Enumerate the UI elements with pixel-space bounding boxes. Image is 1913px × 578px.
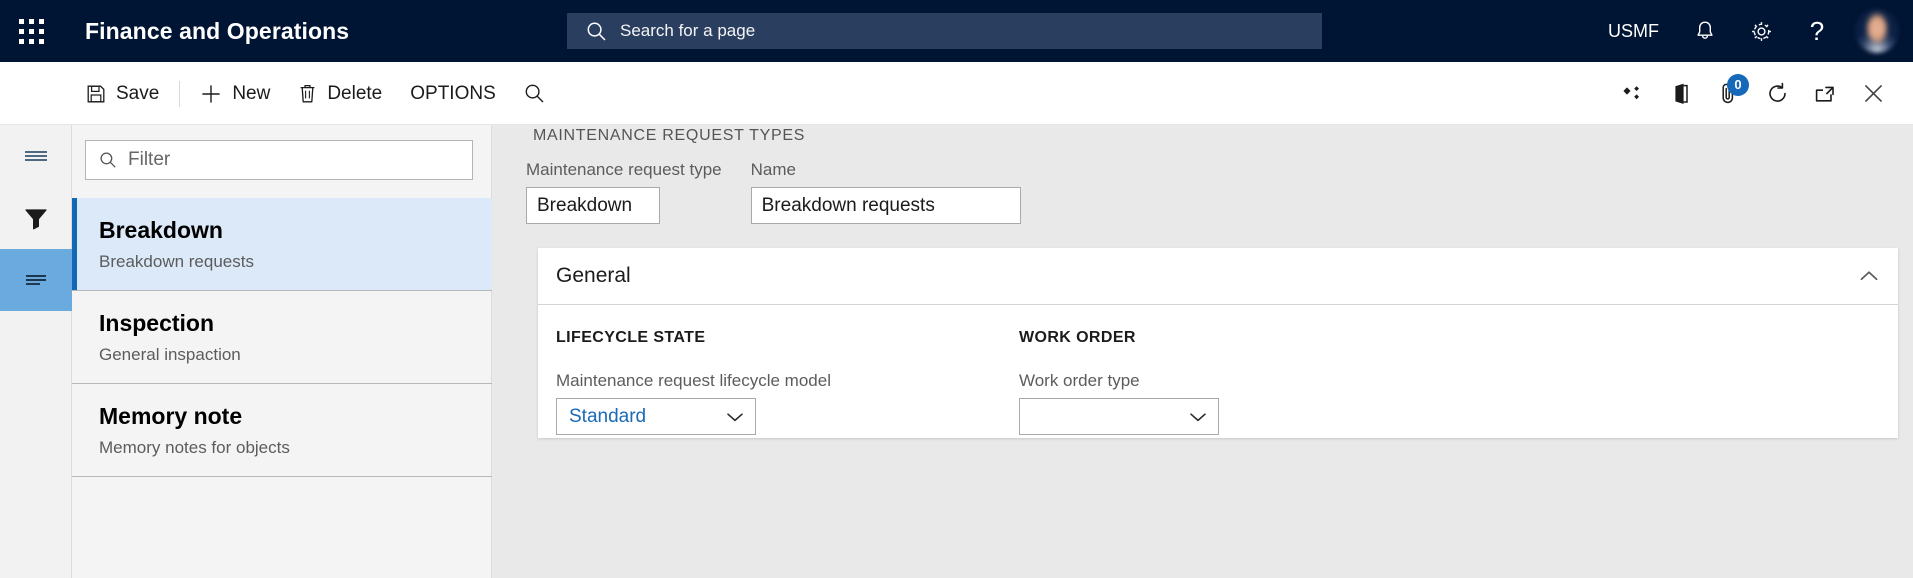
bell-icon	[1697, 21, 1713, 39]
lifecycle-model-value: Standard	[569, 405, 647, 427]
top-right-actions: USMF ?	[1590, 0, 1913, 62]
hamburger-icon	[25, 151, 47, 161]
work-order-type-select[interactable]	[1018, 398, 1219, 435]
lifecycle-model-label: Maintenance request lifecycle model	[556, 371, 831, 390]
gear-icon	[1751, 21, 1771, 41]
question-mark-icon: ?	[1809, 16, 1825, 46]
name-field-group: Name Breakdown requests	[750, 160, 1021, 224]
filter-placeholder: Filter	[128, 149, 171, 170]
list-item-subtitle: Memory notes for objects	[99, 438, 290, 458]
search-icon	[587, 22, 606, 41]
header-fields: Maintenance request type Breakdown Name …	[526, 160, 1021, 224]
open-in-office-button[interactable]	[1657, 70, 1705, 118]
popout-icon	[1815, 86, 1834, 102]
refresh-button[interactable]	[1753, 70, 1801, 118]
options-menu-label: OPTIONS	[410, 82, 496, 104]
list-icon	[26, 275, 46, 285]
chevron-down-icon	[727, 412, 743, 421]
save-button-label: Save	[116, 82, 160, 104]
personalize-button[interactable]	[1609, 70, 1657, 118]
list-item-title: Inspection	[99, 310, 215, 337]
delete-button[interactable]: Delete	[284, 72, 396, 116]
delete-button-label: Delete	[327, 82, 383, 104]
close-button[interactable]	[1849, 70, 1897, 118]
lifecycle-state-column: LIFECYCLE STATE Maintenance request life…	[556, 329, 831, 435]
personalize-icon	[1623, 85, 1639, 99]
notifications-button[interactable]	[1677, 0, 1733, 62]
options-menu-button[interactable]: OPTIONS	[396, 72, 510, 116]
list-pane: Filter Breakdown Breakdown requests Insp…	[72, 125, 492, 578]
page-title: MAINTENANCE REQUEST TYPES	[533, 127, 806, 144]
maintenance-request-type-input[interactable]: Breakdown	[526, 187, 660, 224]
plus-icon	[202, 84, 220, 103]
work-order-column: WORK ORDER Work order type	[1018, 329, 1219, 435]
funnel-icon	[25, 209, 47, 230]
app-launcher-button[interactable]	[0, 0, 62, 62]
help-button[interactable]: ?	[1789, 0, 1845, 62]
list-item-title: Breakdown	[99, 217, 223, 243]
sidebar-item-list-pane[interactable]	[0, 249, 72, 311]
maintenance-request-type-label: Maintenance request type	[526, 160, 722, 179]
lifecycle-model-select[interactable]: Standard	[556, 398, 756, 435]
page-body: Filter Breakdown Breakdown requests Insp…	[0, 125, 1913, 578]
chevron-down-icon	[1190, 412, 1206, 421]
search-icon	[525, 84, 544, 103]
avatar[interactable]	[1855, 9, 1899, 53]
sidebar-item-navigation-pane[interactable]	[0, 125, 72, 187]
open-in-office-icon	[1675, 83, 1688, 104]
general-section-body: LIFECYCLE STATE Maintenance request life…	[538, 305, 1898, 435]
search-icon	[100, 152, 116, 168]
list-item-subtitle: Breakdown requests	[99, 251, 254, 271]
work-order-heading: WORK ORDER	[1018, 329, 1136, 346]
trash-icon	[300, 84, 315, 103]
general-section-title: General	[556, 264, 631, 287]
attachments-badge: 0	[1727, 73, 1749, 96]
chevron-up-icon[interactable]	[1858, 268, 1880, 284]
sidebar-item-filter-pane[interactable]	[0, 187, 72, 249]
attachments-button[interactable]: 0	[1705, 70, 1753, 118]
name-input[interactable]: Breakdown requests	[750, 187, 1021, 224]
command-search-button[interactable]	[510, 72, 559, 116]
list-item-subtitle: General inspaction	[99, 344, 241, 364]
app-launcher-icon	[18, 18, 44, 44]
command-bar: Save New Delete OPTIONS 0	[0, 62, 1913, 125]
save-button[interactable]: Save	[72, 72, 173, 116]
command-bar-right-group: 0	[1609, 62, 1897, 125]
lifecycle-state-heading: LIFECYCLE STATE	[556, 329, 706, 346]
global-search-placeholder: Search for a page	[620, 21, 756, 40]
left-rail	[0, 125, 72, 578]
filter-input[interactable]: Filter	[85, 140, 473, 180]
list-scroll-region[interactable]: Breakdown Breakdown requests Inspection …	[72, 198, 492, 578]
new-button[interactable]: New	[186, 72, 284, 116]
settings-button[interactable]	[1733, 0, 1789, 62]
name-label: Name	[750, 160, 796, 179]
close-icon	[1864, 84, 1882, 103]
app-title: Finance and Operations	[85, 17, 350, 44]
work-order-type-label: Work order type	[1018, 371, 1140, 390]
popout-button[interactable]	[1801, 70, 1849, 118]
refresh-icon	[1768, 82, 1786, 102]
content-pane: MAINTENANCE REQUEST TYPES Maintenance re…	[493, 125, 1913, 578]
top-navigation-bar: Finance and Operations Search for a page…	[0, 0, 1913, 62]
save-icon	[87, 85, 105, 102]
list-item[interactable]: Memory note Memory notes for objects	[72, 384, 492, 478]
new-button-label: New	[232, 82, 271, 104]
global-search-box[interactable]: Search for a page	[567, 13, 1322, 49]
list-item-title: Memory note	[99, 403, 243, 430]
list-item[interactable]: Breakdown Breakdown requests	[72, 198, 492, 292]
command-bar-left-group: Save New Delete OPTIONS	[72, 62, 559, 125]
maintenance-request-type-field-group: Maintenance request type Breakdown	[526, 160, 722, 224]
command-separator	[179, 80, 181, 107]
general-section-card: General LIFECYCLE STATE Maintenance requ…	[538, 248, 1898, 438]
general-section-header[interactable]: General	[538, 248, 1898, 305]
company-selector[interactable]: USMF	[1590, 21, 1677, 42]
list-item[interactable]: Inspection General inspaction	[72, 291, 492, 385]
